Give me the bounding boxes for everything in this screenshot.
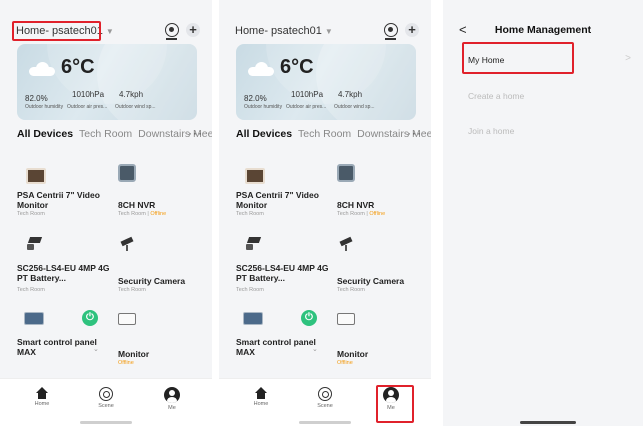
- gesture-bar: [299, 421, 351, 424]
- temperature: 6°C: [280, 56, 314, 78]
- nvr-icon: [118, 164, 136, 182]
- create-home-row[interactable]: Create a home: [468, 91, 524, 101]
- device-name[interactable]: Security Camera: [118, 276, 203, 286]
- home-icon: [36, 387, 48, 399]
- security-camera-icon: [120, 236, 134, 252]
- device-name[interactable]: Smart control panel MAX: [17, 337, 102, 357]
- monitor-icon: [118, 313, 136, 325]
- control-panel-icon: [24, 312, 44, 325]
- chevron-down-icon[interactable]: ⌄: [93, 345, 99, 353]
- gesture-bar: [520, 421, 576, 424]
- device-name[interactable]: Security Camera: [337, 276, 422, 286]
- security-camera-icon: [339, 236, 353, 252]
- add-device-icon[interactable]: +: [186, 23, 200, 37]
- device-room: Tech Room: [236, 287, 264, 293]
- device-status: Offline: [337, 360, 353, 366]
- monitor-icon: [337, 313, 355, 325]
- room-tabs: All Devices Tech Room Downstairs Mee: [17, 128, 212, 140]
- home-name: Home- psatech01: [16, 25, 103, 37]
- device-room: Tech Room: [118, 287, 146, 293]
- humidity-label: Outdoor humidity: [25, 104, 64, 110]
- nav-home[interactable]: Home: [22, 387, 62, 407]
- room-tabs: All Devices Tech Room Downstairs Mee: [236, 128, 431, 140]
- wind-label: Outdoor wind sp...: [334, 104, 375, 110]
- nav-me[interactable]: Me: [152, 387, 192, 411]
- home-screen-1: Home- psatech01 ▼ + 6°C 82.0% Outdoor hu…: [0, 0, 212, 426]
- scene-icon: [318, 387, 332, 401]
- pressure-value: 1010hPa: [291, 90, 324, 99]
- nvr-icon: [337, 164, 355, 182]
- home-icon: [255, 387, 267, 399]
- add-device-icon[interactable]: +: [405, 23, 419, 37]
- device-name[interactable]: Monitor: [337, 349, 422, 359]
- wind-label: Outdoor wind sp...: [115, 104, 156, 110]
- scene-icon: [99, 387, 113, 401]
- cloud-icon: [248, 62, 274, 76]
- home-selector[interactable]: Home- psatech01 ▼: [233, 24, 335, 38]
- device-name[interactable]: 8CH NVR: [337, 200, 422, 210]
- device-room: Tech Room: [337, 287, 365, 293]
- ptz-camera-icon: [27, 237, 43, 251]
- page-title: Home Management: [494, 24, 592, 36]
- home-management-screen: < Home Management My Home > Create a hom…: [443, 0, 643, 426]
- chevron-down-icon[interactable]: ⌄: [312, 345, 318, 353]
- device-room: Tech Room | Offline: [337, 211, 386, 217]
- humidity-label: Outdoor humidity: [244, 104, 283, 110]
- device-name[interactable]: SC256-LS4-EU 4MP 4G PT Battery...: [236, 263, 331, 283]
- device-room: Tech Room: [17, 211, 45, 217]
- cloud-icon: [29, 62, 55, 76]
- device-name[interactable]: SC256-LS4-EU 4MP 4G PT Battery...: [17, 263, 112, 283]
- device-room: Tech Room: [236, 211, 264, 217]
- pressure-label: Outdoor air pres...: [286, 104, 327, 110]
- caret-down-icon: ▼: [324, 26, 333, 36]
- home-name: Home- psatech01: [235, 25, 322, 37]
- control-panel-icon: [243, 312, 263, 325]
- tab-tech-room[interactable]: Tech Room: [298, 128, 351, 140]
- nav-home[interactable]: Home: [241, 387, 281, 407]
- home-screen-2: Home- psatech01 ▼ + 6°C 82.0% Outdoor hu…: [219, 0, 431, 426]
- camera-icon[interactable]: [384, 23, 398, 40]
- gesture-bar: [80, 421, 132, 424]
- humidity-value: 82.0%: [25, 94, 48, 103]
- camera-icon[interactable]: [165, 23, 179, 40]
- temperature: 6°C: [61, 56, 95, 78]
- profile-icon: [383, 387, 399, 403]
- my-home-row[interactable]: My Home: [468, 55, 504, 65]
- ptz-camera-icon: [246, 237, 262, 251]
- profile-icon: [164, 387, 180, 403]
- device-name[interactable]: 8CH NVR: [118, 200, 203, 210]
- weather-card[interactable]: 6°C 82.0% Outdoor humidity 1010hPa Outdo…: [17, 44, 197, 120]
- device-name[interactable]: Monitor: [118, 349, 203, 359]
- nav-scene[interactable]: Scene: [305, 387, 345, 409]
- more-tabs-icon[interactable]: ···: [188, 126, 203, 140]
- home-selector[interactable]: Home- psatech01 ▼: [14, 24, 116, 38]
- caret-down-icon: ▼: [105, 26, 114, 36]
- power-button[interactable]: ⏻: [82, 310, 98, 326]
- weather-card[interactable]: 6°C 82.0% Outdoor humidity 1010hPa Outdo…: [236, 44, 416, 120]
- device-room: Tech Room: [17, 287, 45, 293]
- bottom-nav: Home Scene Me: [0, 378, 212, 426]
- pressure-label: Outdoor air pres...: [67, 104, 108, 110]
- tab-tech-room[interactable]: Tech Room: [79, 128, 132, 140]
- wind-value: 4.7kph: [119, 90, 144, 99]
- video-monitor-icon: [26, 168, 46, 184]
- join-home-row[interactable]: Join a home: [468, 126, 514, 136]
- more-tabs-icon[interactable]: ···: [407, 126, 422, 140]
- wind-value: 4.7kph: [338, 90, 363, 99]
- chevron-right-icon[interactable]: >: [625, 53, 631, 64]
- device-status: Offline: [118, 360, 134, 366]
- bottom-nav: Home Scene Me: [219, 378, 431, 426]
- nav-me[interactable]: Me: [371, 387, 411, 411]
- device-name[interactable]: PSA Centrii 7" Video Monitor: [236, 190, 321, 210]
- power-button[interactable]: ⏻: [301, 310, 317, 326]
- video-monitor-icon: [245, 168, 265, 184]
- device-name[interactable]: Smart control panel MAX: [236, 337, 321, 357]
- pressure-value: 1010hPa: [72, 90, 105, 99]
- tab-all-devices[interactable]: All Devices: [17, 128, 73, 140]
- device-name[interactable]: PSA Centrii 7" Video Monitor: [17, 190, 102, 210]
- device-room: Tech Room | Offline: [118, 211, 167, 217]
- nav-scene[interactable]: Scene: [86, 387, 126, 409]
- humidity-value: 82.0%: [244, 94, 267, 103]
- tab-all-devices[interactable]: All Devices: [236, 128, 292, 140]
